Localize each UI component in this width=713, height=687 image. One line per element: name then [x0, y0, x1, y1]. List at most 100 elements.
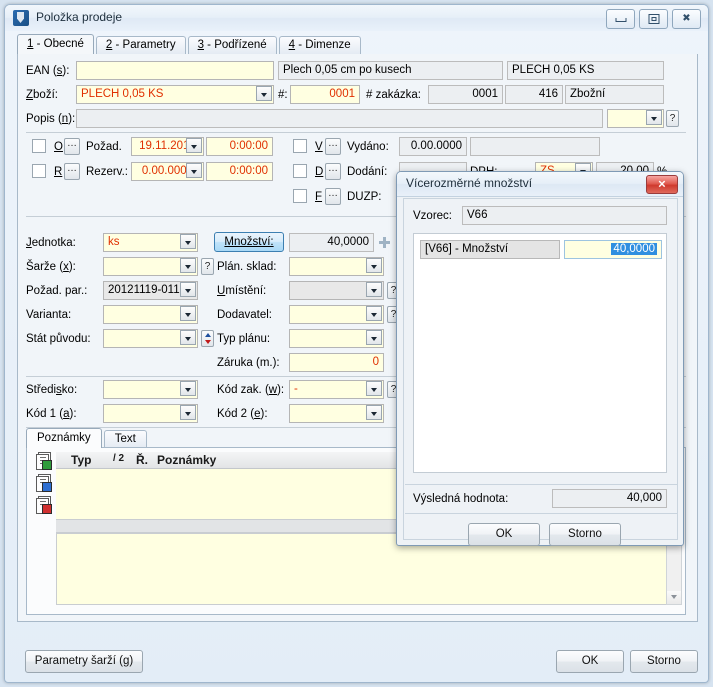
sarze-help-icon[interactable]: ? — [201, 258, 214, 275]
scroll-down-icon[interactable] — [667, 591, 681, 604]
rezerv-time-input[interactable]: 0:00:00 — [206, 162, 273, 181]
popis-help-icon[interactable]: ? — [666, 110, 679, 127]
sarze-chevron-down-icon[interactable] — [180, 258, 196, 273]
dodani-checkbox[interactable] — [293, 164, 307, 178]
zbozi-chevron-down-icon[interactable] — [256, 86, 272, 101]
pozad-browse-button[interactable]: … — [64, 138, 80, 155]
vydano-browse-button[interactable]: … — [325, 138, 341, 155]
kod-zak-chevron-down-icon[interactable] — [366, 381, 382, 396]
rezerv-checkbox[interactable] — [32, 164, 46, 178]
formula-input[interactable]: V66 — [462, 206, 667, 225]
vydano-value: 0.00.0000 — [399, 137, 467, 156]
rezerv-date-chevron-down-icon[interactable] — [186, 163, 202, 178]
window-titlebar: Položka prodeje ✖ — [5, 5, 708, 31]
divider-1 — [26, 132, 686, 133]
jednotka-label: Jednotka: — [26, 237, 76, 249]
typ-planu-chevron-down-icon[interactable] — [366, 330, 382, 345]
cancel-button[interactable]: Storno — [630, 650, 698, 673]
delete-note-icon[interactable] — [36, 496, 52, 514]
tab-parametry-label: - Parametry — [112, 39, 176, 51]
umisteni-chevron-down-icon[interactable] — [366, 282, 382, 297]
sarze-label: Šarže (x): — [26, 261, 76, 273]
vydano-hotkey: V — [315, 141, 323, 153]
ok-button[interactable]: OK — [556, 650, 624, 673]
hash-input[interactable]: 0001 — [290, 85, 360, 104]
plan-sklad-label: Plán. sklad: — [217, 261, 277, 273]
mnozstvi-button[interactable]: Množství: — [214, 232, 284, 252]
duzp-hotkey: F — [315, 191, 323, 203]
pozad-time-input[interactable]: 0:00:00 — [206, 137, 273, 156]
tab-podrizene[interactable]: 3 - Podřízené — [187, 36, 277, 54]
dodani-hotkey: D — [315, 166, 324, 178]
popis-chevron-down-icon[interactable] — [646, 110, 662, 125]
tab-text[interactable]: Text — [103, 430, 147, 448]
ean-input[interactable] — [76, 61, 274, 80]
tab-dimenze[interactable]: 4 - Dimenze — [278, 36, 361, 54]
col-radek[interactable]: Ř. — [136, 453, 148, 467]
duzp-checkbox[interactable] — [293, 189, 307, 203]
dimension-row-key: [V66] - Množství — [420, 240, 560, 259]
umisteni-label: Umístění: — [217, 285, 267, 297]
pozad-hotkey: O — [54, 141, 63, 153]
mnozstvi-value[interactable]: 40,0000 — [289, 233, 374, 252]
zaruka-input[interactable]: 0 — [289, 353, 384, 372]
batch-params-button[interactable]: Parametry šarží (g) — [25, 650, 143, 673]
rezerv-browse-button[interactable]: … — [64, 163, 80, 180]
minimize-button[interactable] — [606, 9, 635, 29]
vydano-extra — [470, 137, 600, 156]
dialog-ok-button[interactable]: OK — [468, 523, 540, 546]
pozad-date-chevron-down-icon[interactable] — [186, 138, 202, 153]
tab-parametry[interactable]: 2 - Parametry — [95, 36, 186, 54]
multidimensional-quantity-dialog: Vícerozměrné množství Vzorec: V66 [V66] … — [396, 171, 684, 546]
kod2-chevron-down-icon[interactable] — [366, 405, 382, 420]
zakazka-id: 416 — [505, 85, 563, 104]
ean-label: EAN (s): — [26, 65, 70, 77]
stredisko-chevron-down-icon[interactable] — [180, 381, 196, 396]
dimension-row-value[interactable]: 40,0000 — [564, 240, 662, 259]
dialog-divider-2 — [405, 513, 678, 514]
zbozi-combo[interactable]: PLECH 0,05 KS — [76, 85, 274, 104]
vydano-checkbox[interactable] — [293, 139, 307, 153]
typ-planu-spinner-icon[interactable] — [201, 330, 214, 347]
batch-params-label: Parametry šarží (g) — [34, 655, 134, 667]
dodavatel-chevron-down-icon[interactable] — [366, 306, 382, 321]
tab-obecne[interactable]: 1 - Obecné — [17, 34, 94, 54]
plan-sklad-chevron-down-icon[interactable] — [366, 258, 382, 273]
zakazka-kind: Zbožní — [565, 85, 664, 104]
dodani-browse-button[interactable]: … — [325, 163, 341, 180]
add-dimension-icon[interactable] — [379, 237, 390, 248]
stredisko-label: Středisko: — [26, 384, 78, 396]
pozad-par-chevron-down-icon[interactable] — [180, 282, 196, 297]
popis-input[interactable] — [76, 109, 603, 128]
col-order[interactable]: / 2 — [113, 453, 124, 464]
dimensions-listbox[interactable]: [V66] - Množství 40,0000 — [413, 233, 667, 473]
kod1-chevron-down-icon[interactable] — [180, 405, 196, 420]
rezerv-label: Rezerv.: — [86, 166, 128, 178]
minimize-icon — [615, 17, 626, 22]
duzp-browse-button[interactable]: … — [325, 188, 341, 205]
zakazka-number: 0001 — [428, 85, 503, 104]
pozad-checkbox[interactable] — [32, 139, 46, 153]
col-typ[interactable]: Typ — [71, 453, 91, 467]
dodani-label: Dodání: — [347, 166, 388, 178]
close-button[interactable]: ✖ — [672, 9, 701, 29]
stat-chevron-down-icon[interactable] — [180, 330, 196, 345]
zaruka-label: Záruka (m.): — [217, 357, 280, 369]
dialog-close-button[interactable] — [646, 175, 678, 194]
maximize-button[interactable] — [639, 9, 668, 29]
vydano-label: Vydáno: — [347, 141, 389, 153]
jednotka-chevron-down-icon[interactable] — [180, 234, 196, 249]
maximize-icon — [648, 14, 659, 24]
kod-zak-label: Kód zak. (w): — [217, 384, 285, 396]
col-poznamky[interactable]: Poznámky — [157, 453, 216, 467]
tab-poznamky[interactable]: Poznámky — [26, 428, 102, 448]
dialog-cancel-button[interactable]: Storno — [549, 523, 621, 546]
duzp-label: DUZP: — [347, 191, 382, 203]
edit-note-icon[interactable] — [36, 474, 52, 492]
tab-text-label: Text — [114, 433, 136, 445]
varianta-chevron-down-icon[interactable] — [180, 306, 196, 321]
notes-tabs: Poznámky Text — [26, 428, 149, 448]
add-note-icon[interactable] — [36, 452, 52, 470]
result-value: 40,000 — [552, 489, 667, 508]
mnozstvi-button-label: Množství: — [224, 236, 274, 248]
